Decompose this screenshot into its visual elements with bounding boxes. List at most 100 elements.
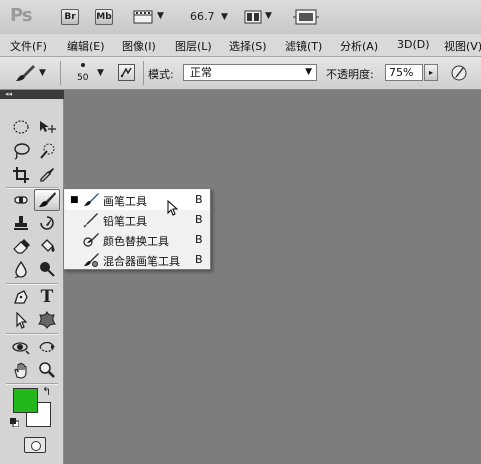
mouse-cursor-icon [167, 200, 179, 216]
brush-panel-icon [120, 67, 132, 78]
menu-view[interactable]: 视图(V) [444, 38, 481, 54]
screen-mode-icon [293, 9, 319, 25]
menu-layer[interactable]: 图层(L) [175, 38, 212, 54]
toolbox-separator [6, 283, 58, 285]
type-icon: T [40, 287, 54, 307]
default-colors-icon[interactable] [10, 417, 20, 428]
zoom-dropdown-icon[interactable]: ▼ [221, 12, 228, 22]
dodge-tool[interactable] [34, 258, 60, 280]
menu-select[interactable]: 选择(S) [229, 38, 267, 54]
arrange-documents-button[interactable]: ▼ [244, 9, 274, 25]
flyout-item-label: 混合器画笔工具 [103, 255, 180, 268]
flyout-item-brush[interactable]: ■ 画笔工具 B [65, 190, 209, 210]
flyout-item-label: 铅笔工具 [103, 215, 147, 228]
flyout-item-color-replacement[interactable]: 颜色替换工具 B [65, 230, 209, 250]
clone-stamp-tool[interactable] [8, 212, 34, 234]
hand-tool[interactable] [8, 359, 34, 381]
stamp-icon [14, 216, 28, 230]
lasso-icon [14, 143, 30, 160]
opacity-label: 不透明度: [326, 68, 374, 81]
crop-icon [13, 167, 29, 183]
arrange-caret-icon: ▼ [265, 11, 272, 21]
move-icon [40, 121, 56, 133]
options-separator [60, 61, 61, 85]
pencil-icon [83, 213, 98, 228]
path-selection-tool[interactable] [8, 309, 34, 331]
view-extras-icon [133, 10, 153, 24]
zoom-tool[interactable] [34, 359, 60, 381]
path-selection-icon [16, 311, 28, 329]
pen-tool[interactable] [8, 286, 34, 308]
mixer-brush-icon [84, 253, 99, 267]
view-extras-caret-icon: ▼ [157, 11, 164, 21]
arrange-documents-icon [244, 10, 262, 24]
eraser-tool[interactable] [8, 235, 34, 257]
color-replacement-icon [83, 233, 99, 247]
3d-rotate-icon [12, 342, 30, 355]
view-extras-button[interactable]: ▼ [133, 9, 167, 25]
bandage-icon [14, 196, 28, 204]
eyedropper-tool[interactable] [34, 164, 60, 186]
mode-select[interactable]: 正常 ▼ [183, 64, 317, 81]
menu-analysis[interactable]: 分析(A) [340, 38, 378, 54]
crop-tool[interactable] [8, 164, 34, 186]
flyout-item-shortcut: B [195, 253, 203, 266]
flyout-item-pencil[interactable]: 铅笔工具 B [65, 210, 209, 230]
rectangular-marquee-tool[interactable] [8, 116, 34, 138]
tablet-pressure-icon [451, 65, 467, 81]
launch-bridge-button[interactable]: Br [61, 9, 79, 25]
tablet-pressure-opacity-button[interactable] [449, 63, 469, 83]
screen-mode-button[interactable] [292, 8, 320, 26]
3d-orbit-icon [39, 341, 55, 353]
menu-image[interactable]: 图像(I) [122, 38, 156, 54]
paint-bucket-icon [41, 239, 55, 252]
menu-filter[interactable]: 滤镜(T) [285, 38, 322, 54]
brush-icon [16, 65, 35, 81]
flyout-item-shortcut: B [195, 233, 203, 246]
dodge-icon [40, 262, 55, 277]
move-tool[interactable] [34, 116, 60, 138]
blur-tool[interactable] [8, 258, 34, 280]
type-tool[interactable]: T [34, 286, 60, 308]
menu-edit[interactable]: 编辑(E) [67, 38, 105, 54]
3d-rotate-tool[interactable] [8, 336, 34, 358]
brush-size: 50 [77, 73, 89, 83]
brush-tool-flyout: ■ 画笔工具 B 铅笔工具 B 颜色替换工具 B 混合器画笔工具 B [63, 188, 211, 270]
brush-icon [84, 193, 99, 206]
options-bar: ▼ 50 ▼ 模式: 正常 ▼ 不透明度: 75% ▸ [0, 57, 481, 90]
tool-preset-picker[interactable]: ▼ [14, 63, 50, 83]
paint-bucket-tool[interactable] [34, 235, 60, 257]
mode-label: 模式: [148, 68, 174, 81]
swap-colors-icon[interactable]: ↰ [42, 385, 51, 398]
eyedropper-icon [40, 168, 54, 182]
photoshop-logo: Ps [10, 5, 33, 26]
brush-preset-picker[interactable]: 50 ▼ [70, 60, 106, 86]
options-separator [143, 61, 144, 85]
brush-tool[interactable] [34, 189, 60, 211]
toolbox-separator [6, 333, 58, 335]
eraser-icon [13, 239, 30, 254]
custom-shape-icon [38, 311, 56, 329]
quick-selection-icon [40, 143, 55, 159]
hand-icon [14, 362, 27, 379]
spot-healing-brush-tool[interactable] [8, 189, 34, 211]
lasso-tool[interactable] [8, 140, 34, 162]
blur-drop-icon [14, 260, 27, 278]
custom-shape-tool[interactable] [34, 309, 60, 331]
toolbox-collapse-button[interactable]: ◂◂ [0, 90, 64, 99]
menu-3d[interactable]: 3D(D) [397, 38, 430, 51]
brush-icon [39, 192, 56, 207]
flyout-item-mixer-brush[interactable]: 混合器画笔工具 B [65, 250, 209, 270]
history-brush-tool[interactable] [34, 212, 60, 234]
opacity-input[interactable]: 75% [385, 64, 423, 81]
quick-mask-button[interactable] [24, 437, 46, 453]
selected-bullet-icon: ■ [70, 195, 79, 205]
brush-panel-button[interactable] [118, 64, 135, 81]
menu-file[interactable]: 文件(F) [10, 38, 47, 54]
quick-selection-tool[interactable] [34, 140, 60, 162]
3d-orbit-tool[interactable] [34, 336, 60, 358]
opacity-slider-button[interactable]: ▸ [424, 64, 438, 81]
launch-mini-bridge-button[interactable]: Mb [95, 9, 113, 25]
foreground-color-swatch[interactable] [13, 388, 38, 413]
zoom-level[interactable]: 66.7 [190, 10, 215, 23]
